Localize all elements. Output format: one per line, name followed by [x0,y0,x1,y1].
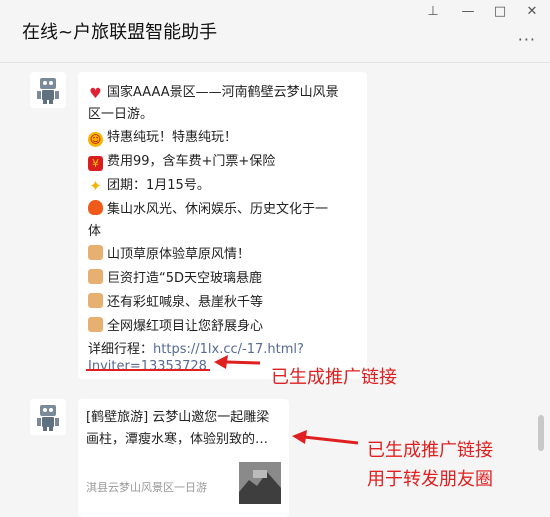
thumbs-up-icon [88,245,103,260]
title-bar: 在线~户旅联盟智能助手 ⊥ — □ ✕ ··· [0,0,550,63]
link-card-source: 淇县云梦山风景区一日游 [86,481,207,494]
message-line: ☺ 特惠纯玩！特惠纯玩！ [88,130,238,147]
grinning-face-icon: ☺ [88,132,103,147]
link-card-title: [鹤壁旅游] 云梦山邀您一起雕梁画柱，潭瘦水寒，体验别致的… [86,410,270,447]
heart-icon: ♥ [89,86,102,102]
annotation-text: 用于转发朋友圈 [367,469,493,490]
message-line: ♥ 国家AAAA景区——河南鹤壁云梦山风景 [89,85,339,102]
message-line: 体 [88,224,102,239]
message-line: 详细行程：https://1lx.cc/-17.html? [88,338,304,357]
message-line: ✦ 团期：1月15号。 [89,177,210,195]
annotation-underline [86,369,210,371]
more-options-button[interactable]: ··· [518,30,536,49]
annotation-text: 已生成推广链接 [367,440,493,461]
link-card[interactable]: [鹤壁旅游] 云梦山邀您一起雕梁画柱，潭瘦水寒，体验别致的… 淇县云梦山风景区一… [78,399,289,517]
robot-icon [37,78,59,104]
annotation-arrow-icon [292,430,359,445]
annotation-text: 已生成推广链接 [271,367,397,388]
close-button[interactable]: ✕ [522,4,542,20]
window-title: 在线~户旅联盟智能助手 [22,22,218,43]
message-line: 区一日游。 [88,107,154,122]
message-line: 山顶草原体验草原风情！ [88,243,250,262]
message-line: ¥ 费用99，含车费+门票+保险 [88,150,275,171]
sparkle-star-icon: ✦ [89,177,102,195]
thumbs-up-icon [88,293,103,308]
robot-icon [37,405,59,431]
scrollbar-thumb[interactable] [538,415,544,451]
message-line: 巨资打造“5D天空玻璃悬鹿 [88,267,262,286]
thumbs-up-icon [88,269,103,284]
message-line: 全网爆红项目让您舒展身心 [88,315,263,334]
maximize-button[interactable]: □ [490,4,510,20]
detail-label: 详细行程： [88,342,154,357]
red-envelope-icon: ¥ [88,156,103,171]
chat-area: ♥ 国家AAAA景区——河南鹤壁云梦山风景 区一日游。 ☺ 特惠纯玩！特惠纯玩！ ¥… [0,63,550,517]
thumbnail-image [239,462,281,504]
message-line: 还有彩虹喊泉、悬崖秋千等 [88,291,263,310]
avatar[interactable] [30,399,66,435]
fire-icon [88,200,103,215]
minimize-button[interactable]: — [458,4,478,20]
annotation-arrow-icon [214,355,261,369]
message-line: 集山水风光、休闲娱乐、历史文化于一 [88,198,328,217]
thumbs-up-icon [88,317,103,332]
avatar[interactable] [30,72,66,108]
message-bubble: ♥ 国家AAAA景区——河南鹤壁云梦山风景 区一日游。 ☺ 特惠纯玩！特惠纯玩！ ¥… [78,72,367,379]
pin-icon[interactable]: ⊥ [423,4,443,20]
itinerary-link[interactable]: Inviter=13353728 [88,359,207,374]
